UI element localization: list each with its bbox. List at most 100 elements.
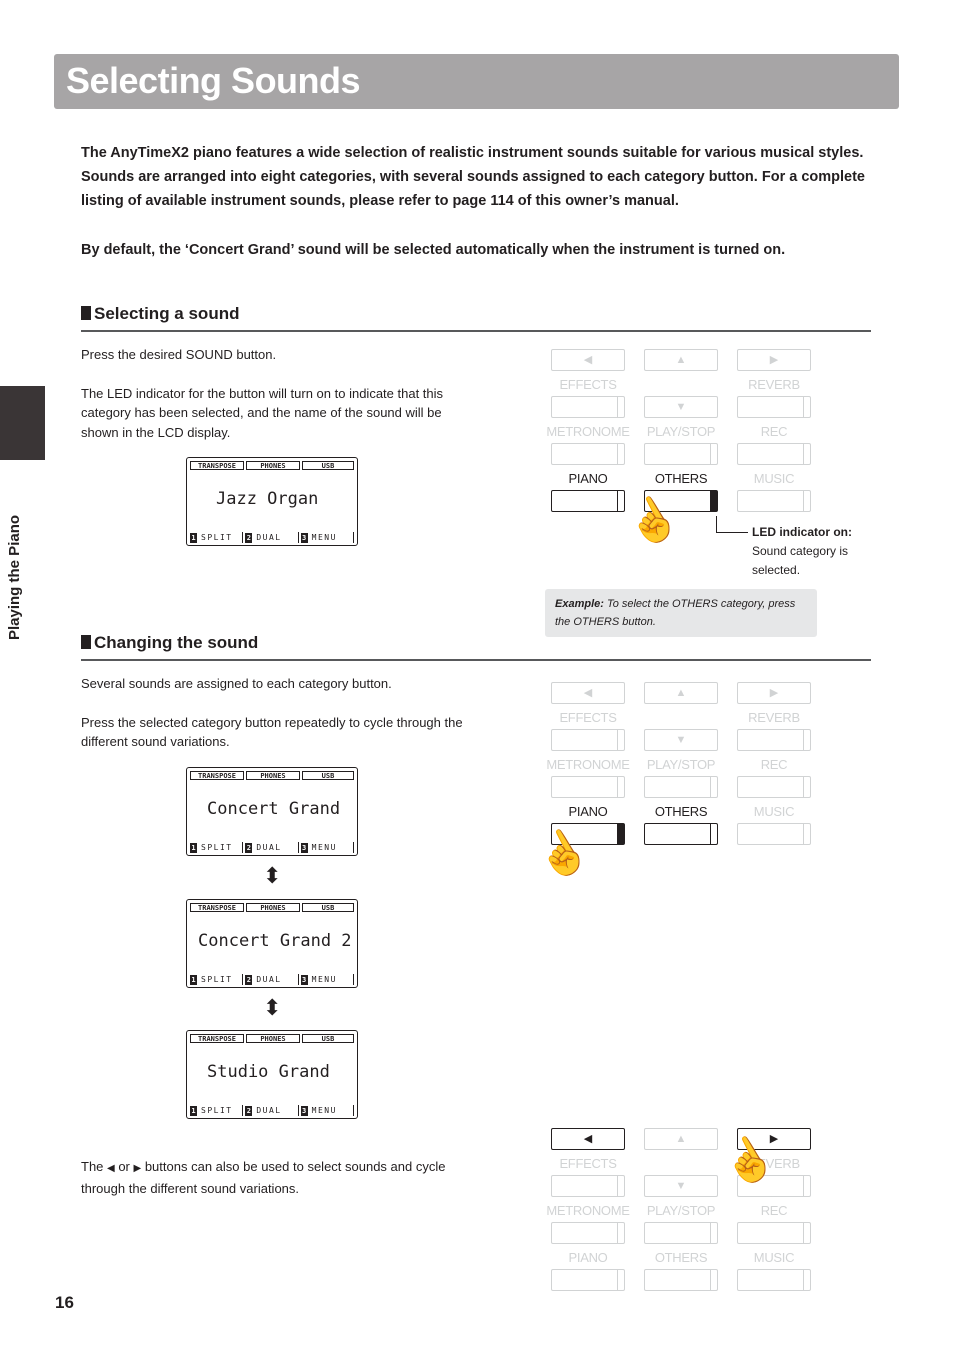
- lcd-split: 1 SPLIT: [190, 532, 244, 543]
- left-button[interactable]: ◀: [551, 682, 625, 704]
- lcd-sound-name: Concert Grand 2: [198, 931, 352, 951]
- lcd-tab-usb: USB: [302, 771, 354, 780]
- lcd-display: TRANSPOSE PHONES USB Concert Grand 1 SPLIT 2…: [186, 767, 358, 856]
- left-button[interactable]: ◀: [551, 1128, 625, 1150]
- chapter-tab: [0, 386, 45, 460]
- button-label-piano: PIANO: [568, 1250, 608, 1265]
- lcd-tab-transpose: TRANSPOSE: [190, 903, 244, 912]
- lcd-dual: 2 DUAL: [245, 974, 299, 985]
- right-button[interactable]: ▶: [737, 682, 811, 704]
- button-panel-2: ◀ ▲ ▶ EFFECTS ▼ REVERB METRONOME PLAY/STOP REC PI…: [539, 682, 829, 862]
- cycle-arrow-icon: ⬍: [263, 995, 282, 1020]
- button-label-effects: EFFECTS: [559, 710, 617, 725]
- button-label-rec: REC: [760, 424, 788, 439]
- lcd-split: 1 SPLIT: [190, 1105, 244, 1116]
- metronome-button[interactable]: [551, 1222, 625, 1244]
- button-label-others: OTHERS: [654, 804, 708, 819]
- lcd-split: 1 SPLIT: [190, 842, 244, 853]
- lcd-tab-phones: PHONES: [246, 1034, 300, 1043]
- down-button[interactable]: ▼: [644, 729, 718, 751]
- lcd-menu: 3 MENU: [300, 974, 354, 985]
- effects-button[interactable]: [551, 1175, 625, 1197]
- music-button[interactable]: [737, 1269, 811, 1291]
- chapter-label: Playing the Piano: [6, 514, 23, 640]
- effects-button[interactable]: [551, 729, 625, 751]
- button-panel-3: ◀ ▲ ▶ EFFECTS ▼ REVERB METRONOME PLAY/STOP REC PI…: [539, 1128, 829, 1308]
- lcd-tab-transpose: TRANSPOSE: [190, 771, 244, 780]
- section-heading-changing: Changing the sound: [81, 633, 871, 661]
- button-label-metronome: METRONOME: [546, 757, 630, 772]
- led-callout-line-h: [716, 532, 748, 533]
- button-label-effects: EFFECTS: [559, 377, 617, 392]
- section2-p1: Several sounds are assigned to each cate…: [81, 676, 392, 691]
- lcd-tab-usb: USB: [302, 1034, 354, 1043]
- metronome-button[interactable]: [551, 443, 625, 465]
- section1-text: Press the desired SOUND button. The LED …: [81, 345, 471, 461]
- rec-button[interactable]: [737, 776, 811, 798]
- right-arrow-icon: ▶: [769, 687, 779, 699]
- button-label-play_stop: PLAY/STOP: [646, 424, 716, 439]
- intro-default-note: By default, the ‘Concert Grand’ sound wi…: [81, 242, 786, 258]
- lcd-tab-phones: PHONES: [246, 903, 300, 912]
- left-arrow-icon: ◀: [107, 1163, 115, 1174]
- section2-arrow-text: The ◀ or ▶ buttons can also be used to s…: [81, 1159, 446, 1196]
- button-label-reverb: REVERB: [748, 710, 800, 725]
- play_stop-button[interactable]: [644, 443, 718, 465]
- cycle-arrow-icon: ⬍: [263, 863, 282, 888]
- down-button[interactable]: ▼: [644, 1175, 718, 1197]
- lcd-display: TRANSPOSE PHONES USB Jazz Organ 1 SPLIT 2 DUA…: [186, 457, 358, 546]
- left-arrow-icon: ◀: [583, 1133, 593, 1145]
- rec-button[interactable]: [737, 1222, 811, 1244]
- led-indicator-note: LED indicator on: Sound category is selec…: [752, 525, 852, 577]
- down-button[interactable]: ▼: [644, 396, 718, 418]
- lcd-menu: 3 MENU: [300, 1105, 354, 1116]
- lcd-display: TRANSPOSE PHONES USB Studio Grand 1 SPLIT 2 D…: [186, 1030, 358, 1119]
- page-title: Selecting Sounds: [66, 60, 361, 101]
- down-arrow-icon: ▼: [675, 734, 687, 746]
- metronome-button[interactable]: [551, 776, 625, 798]
- lcd-tab-transpose: TRANSPOSE: [190, 461, 244, 470]
- rec-button[interactable]: [737, 443, 811, 465]
- lcd-sound-name: Studio Grand: [207, 1062, 330, 1082]
- page-title-bar: Selecting Sounds: [54, 54, 899, 109]
- button-label-music: MUSIC: [753, 804, 795, 819]
- button-label-play_stop: PLAY/STOP: [646, 1203, 716, 1218]
- button-label-reverb: REVERB: [748, 377, 800, 392]
- up-arrow-icon: ▲: [675, 1133, 687, 1145]
- lcd-sound-name: Jazz Organ: [216, 489, 319, 509]
- up-arrow-icon: ▲: [675, 354, 687, 366]
- right-arrow-icon: ▶: [769, 354, 779, 366]
- led-callout-line: [716, 516, 717, 532]
- play_stop-button[interactable]: [644, 1222, 718, 1244]
- right-button[interactable]: ▶: [737, 349, 811, 371]
- piano-button[interactable]: [551, 1269, 625, 1291]
- button-label-play_stop: PLAY/STOP: [646, 757, 716, 772]
- others-button[interactable]: [644, 823, 718, 845]
- lcd-dual: 2 DUAL: [245, 1105, 299, 1116]
- reverb-button[interactable]: [737, 396, 811, 418]
- up-button[interactable]: ▲: [644, 1128, 718, 1150]
- up-arrow-icon: ▲: [675, 687, 687, 699]
- reverb-button[interactable]: [737, 729, 811, 751]
- button-panel-1: ◀ ▲ ▶ EFFECTS ▼ REVERB METRONOME PLAY/STOP REC PI…: [539, 349, 829, 529]
- left-button[interactable]: ◀: [551, 349, 625, 371]
- lcd-sound-name: Concert Grand: [207, 799, 341, 819]
- button-label-metronome: METRONOME: [546, 1203, 630, 1218]
- lcd-tab-phones: PHONES: [246, 771, 300, 780]
- lcd-menu: 3 MENU: [300, 842, 354, 853]
- up-button[interactable]: ▲: [644, 349, 718, 371]
- button-label-others: OTHERS: [654, 1250, 708, 1265]
- heading-square-icon: [81, 635, 91, 649]
- music-button[interactable]: [737, 823, 811, 845]
- up-button[interactable]: ▲: [644, 682, 718, 704]
- play_stop-button[interactable]: [644, 776, 718, 798]
- left-arrow-icon: ◀: [583, 687, 593, 699]
- lcd-tab-phones: PHONES: [246, 461, 300, 470]
- left-arrow-icon: ◀: [583, 354, 593, 366]
- music-button[interactable]: [737, 490, 811, 512]
- others-button[interactable]: [644, 1269, 718, 1291]
- effects-button[interactable]: [551, 396, 625, 418]
- piano-button[interactable]: [551, 490, 625, 512]
- section2-p2: Press the selected category button repea…: [81, 714, 463, 750]
- section2-text: Several sounds are assigned to each cate…: [81, 674, 471, 771]
